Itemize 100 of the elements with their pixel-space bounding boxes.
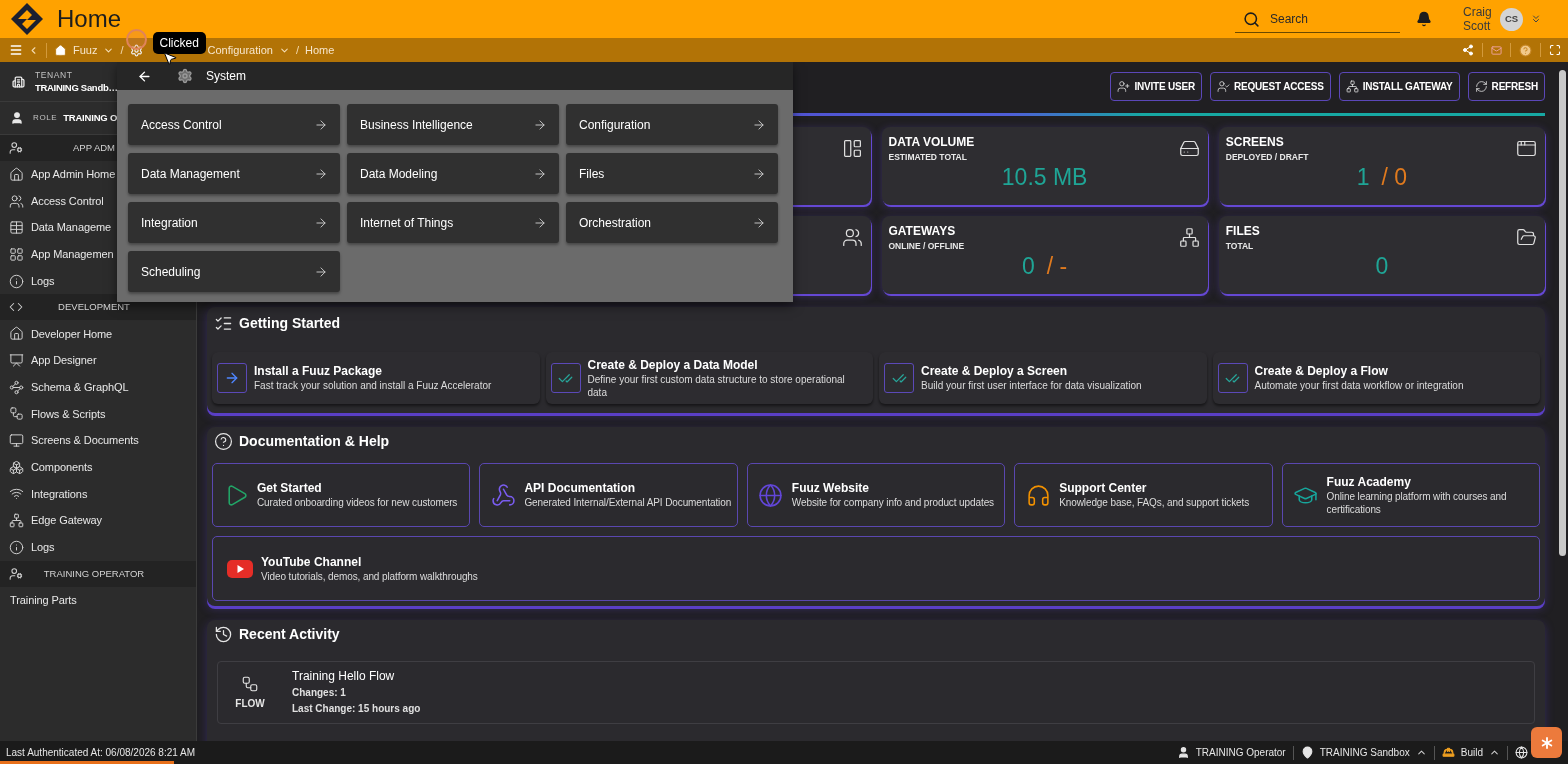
- globe-icon: [758, 482, 784, 508]
- arrow-right-icon: [314, 264, 328, 279]
- step-card[interactable]: Install a Fuuz Package Fast track your solution and install a Fuuz Accelerator: [212, 352, 540, 404]
- nav-item[interactable]: Training Parts: [0, 591, 77, 609]
- nav-item[interactable]: Screens & Documents: [0, 432, 139, 449]
- person-icon: [1176, 746, 1190, 759]
- resource-card[interactable]: Fuuz Academy Online learning platform with courses and certifications: [1281, 463, 1540, 527]
- resource-description: Knowledge base, FAQs, and support tickets: [1059, 496, 1250, 509]
- stat-value: 0: [1022, 252, 1035, 280]
- tenant-name[interactable]: TRAINING Sandb…: [35, 80, 118, 94]
- scrollbar[interactable]: [1559, 70, 1566, 556]
- back-icon[interactable]: [137, 68, 152, 84]
- menu-item[interactable]: Internet of Things: [347, 202, 559, 243]
- toolbar-button[interactable]: REFRESH: [1467, 72, 1545, 101]
- building-icon: [12, 74, 25, 89]
- activity-card[interactable]: FLOW Training Hello Flow Changes: 1 Last Change: 15 hours ago: [217, 661, 1535, 724]
- click-ring-icon: [125, 29, 147, 50]
- layout-icon: [841, 138, 863, 159]
- resource-description: Generated Internal/External API Documentation: [524, 496, 732, 509]
- nav-item[interactable]: Logs: [0, 539, 55, 556]
- status-item[interactable]: TRAINING Sandbox: [1300, 745, 1427, 760]
- arrow-right-icon: [533, 166, 547, 181]
- page-title: Home: [57, 7, 122, 31]
- activity-last-change: Last Change: 15 hours ago: [292, 702, 421, 716]
- toolbar-button[interactable]: INSTALL GATEWAY: [1338, 72, 1460, 101]
- resource-card[interactable]: YouTube Channel Video tutorials, demos, and platform walkthroughs: [212, 536, 1540, 601]
- menu-item[interactable]: Data Management: [128, 153, 340, 194]
- stat-value: 0: [1375, 252, 1389, 280]
- nav-item[interactable]: Developer Home: [0, 325, 113, 343]
- status-item[interactable]: Build: [1441, 745, 1500, 760]
- nav-item[interactable]: Data Manageme: [0, 219, 112, 236]
- info-icon: [9, 273, 24, 289]
- nav-item[interactable]: Access Control: [0, 192, 104, 210]
- help-icon[interactable]: [1519, 43, 1532, 57]
- toolbar-button[interactable]: REQUEST ACCESS: [1210, 72, 1331, 101]
- nodes-icon: [9, 379, 24, 395]
- nav-item[interactable]: Logs: [0, 272, 55, 290]
- menu-item[interactable]: Scheduling: [128, 251, 340, 292]
- bell-icon[interactable]: [1416, 11, 1432, 27]
- search-field[interactable]: Search: [1235, 5, 1400, 33]
- nav-item[interactable]: Integrations: [0, 485, 88, 503]
- nav-item[interactable]: Components: [0, 458, 93, 476]
- user-avatar[interactable]: CS: [1500, 7, 1523, 31]
- nav-item[interactable]: Edge Gateway: [0, 512, 102, 529]
- nav-item[interactable]: App Designer: [0, 352, 97, 369]
- resource-card[interactable]: Get Started Curated onboarding videos for new customers: [212, 463, 471, 527]
- step-description: Automate your first data workflow or integration: [1254, 379, 1464, 392]
- pin-icon: [1300, 746, 1314, 759]
- resource-title: Fuuz Website: [791, 481, 870, 496]
- stat-subtitle: ESTIMATED TOTAL: [888, 151, 968, 163]
- menu-item[interactable]: Business Intelligence: [347, 104, 559, 145]
- nav-item[interactable]: Schema & GraphQL: [0, 378, 129, 396]
- menu-title: System: [206, 68, 246, 85]
- stat-title: DATA VOLUME: [888, 134, 975, 150]
- menu-item[interactable]: Configuration: [566, 104, 778, 145]
- network-icon: [1178, 227, 1200, 248]
- table-icon: [9, 220, 24, 236]
- panel-title: Getting Started: [239, 313, 341, 333]
- window-icon: [1516, 138, 1537, 159]
- video-icon: [227, 559, 253, 578]
- nav-item[interactable]: App Managemen: [0, 246, 114, 263]
- resource-title: Support Center: [1059, 481, 1148, 496]
- breadcrumb-separator: /: [295, 42, 300, 58]
- presentation-icon: [9, 352, 24, 368]
- menu-icon[interactable]: [9, 43, 23, 57]
- double-chevron-icon[interactable]: [1530, 13, 1542, 25]
- resource-card[interactable]: API Documentation Generated Internal/External API Documentation: [479, 463, 738, 527]
- resource-title: API Documentation: [524, 481, 637, 496]
- resource-card[interactable]: Support Center Knowledge base, FAQs, and support tickets: [1014, 463, 1273, 527]
- stat-value: 1: [1356, 163, 1370, 191]
- help-icon: [214, 431, 233, 451]
- resource-card[interactable]: Fuuz Website Website for company info and product updates: [746, 463, 1006, 527]
- menu-item[interactable]: Integration: [128, 202, 340, 243]
- assistant-button[interactable]: [1531, 727, 1562, 758]
- share-icon[interactable]: [1462, 44, 1474, 56]
- nav-item[interactable]: Flows & Scripts: [0, 405, 106, 423]
- gear-icon[interactable]: [129, 43, 143, 57]
- activity-changes: Changes: 1: [292, 686, 347, 700]
- menu-item[interactable]: Access Control: [128, 104, 340, 145]
- breadcrumb-separator: /: [120, 42, 124, 58]
- step-card[interactable]: Create & Deploy a Data Model Define your first custom data structure to store operational data: [545, 352, 873, 404]
- step-description: Define your first custom data structure to store operational data: [587, 372, 846, 399]
- menu-item[interactable]: Files: [566, 153, 778, 194]
- step-title: Install a Fuuz Package: [254, 364, 384, 379]
- stat-secondary-value: / 0: [1381, 163, 1408, 191]
- users-icon: [9, 193, 24, 209]
- monitor-icon: [9, 433, 24, 449]
- step-card[interactable]: Create & Deploy a Flow Automate your first data workflow or integration: [1212, 352, 1540, 404]
- fullscreen-icon[interactable]: [1549, 44, 1561, 56]
- menu-item[interactable]: Orchestration: [566, 202, 778, 243]
- stat-value: 10.5 MB: [1001, 163, 1088, 191]
- step-card[interactable]: Create & Deploy a Screen Build your first user interface for data visualization: [879, 352, 1207, 404]
- nav-item[interactable]: App Admin Home: [0, 166, 116, 183]
- role-name[interactable]: TRAINING O: [63, 110, 118, 126]
- globe-icon[interactable]: [1515, 746, 1528, 759]
- status-item[interactable]: TRAINING Operator: [1176, 745, 1286, 760]
- toolbar-button[interactable]: INVITE USER: [1110, 72, 1202, 101]
- menu-item[interactable]: Data Modeling: [347, 153, 559, 194]
- boxes-icon: [9, 459, 24, 475]
- house-icon: [9, 326, 24, 342]
